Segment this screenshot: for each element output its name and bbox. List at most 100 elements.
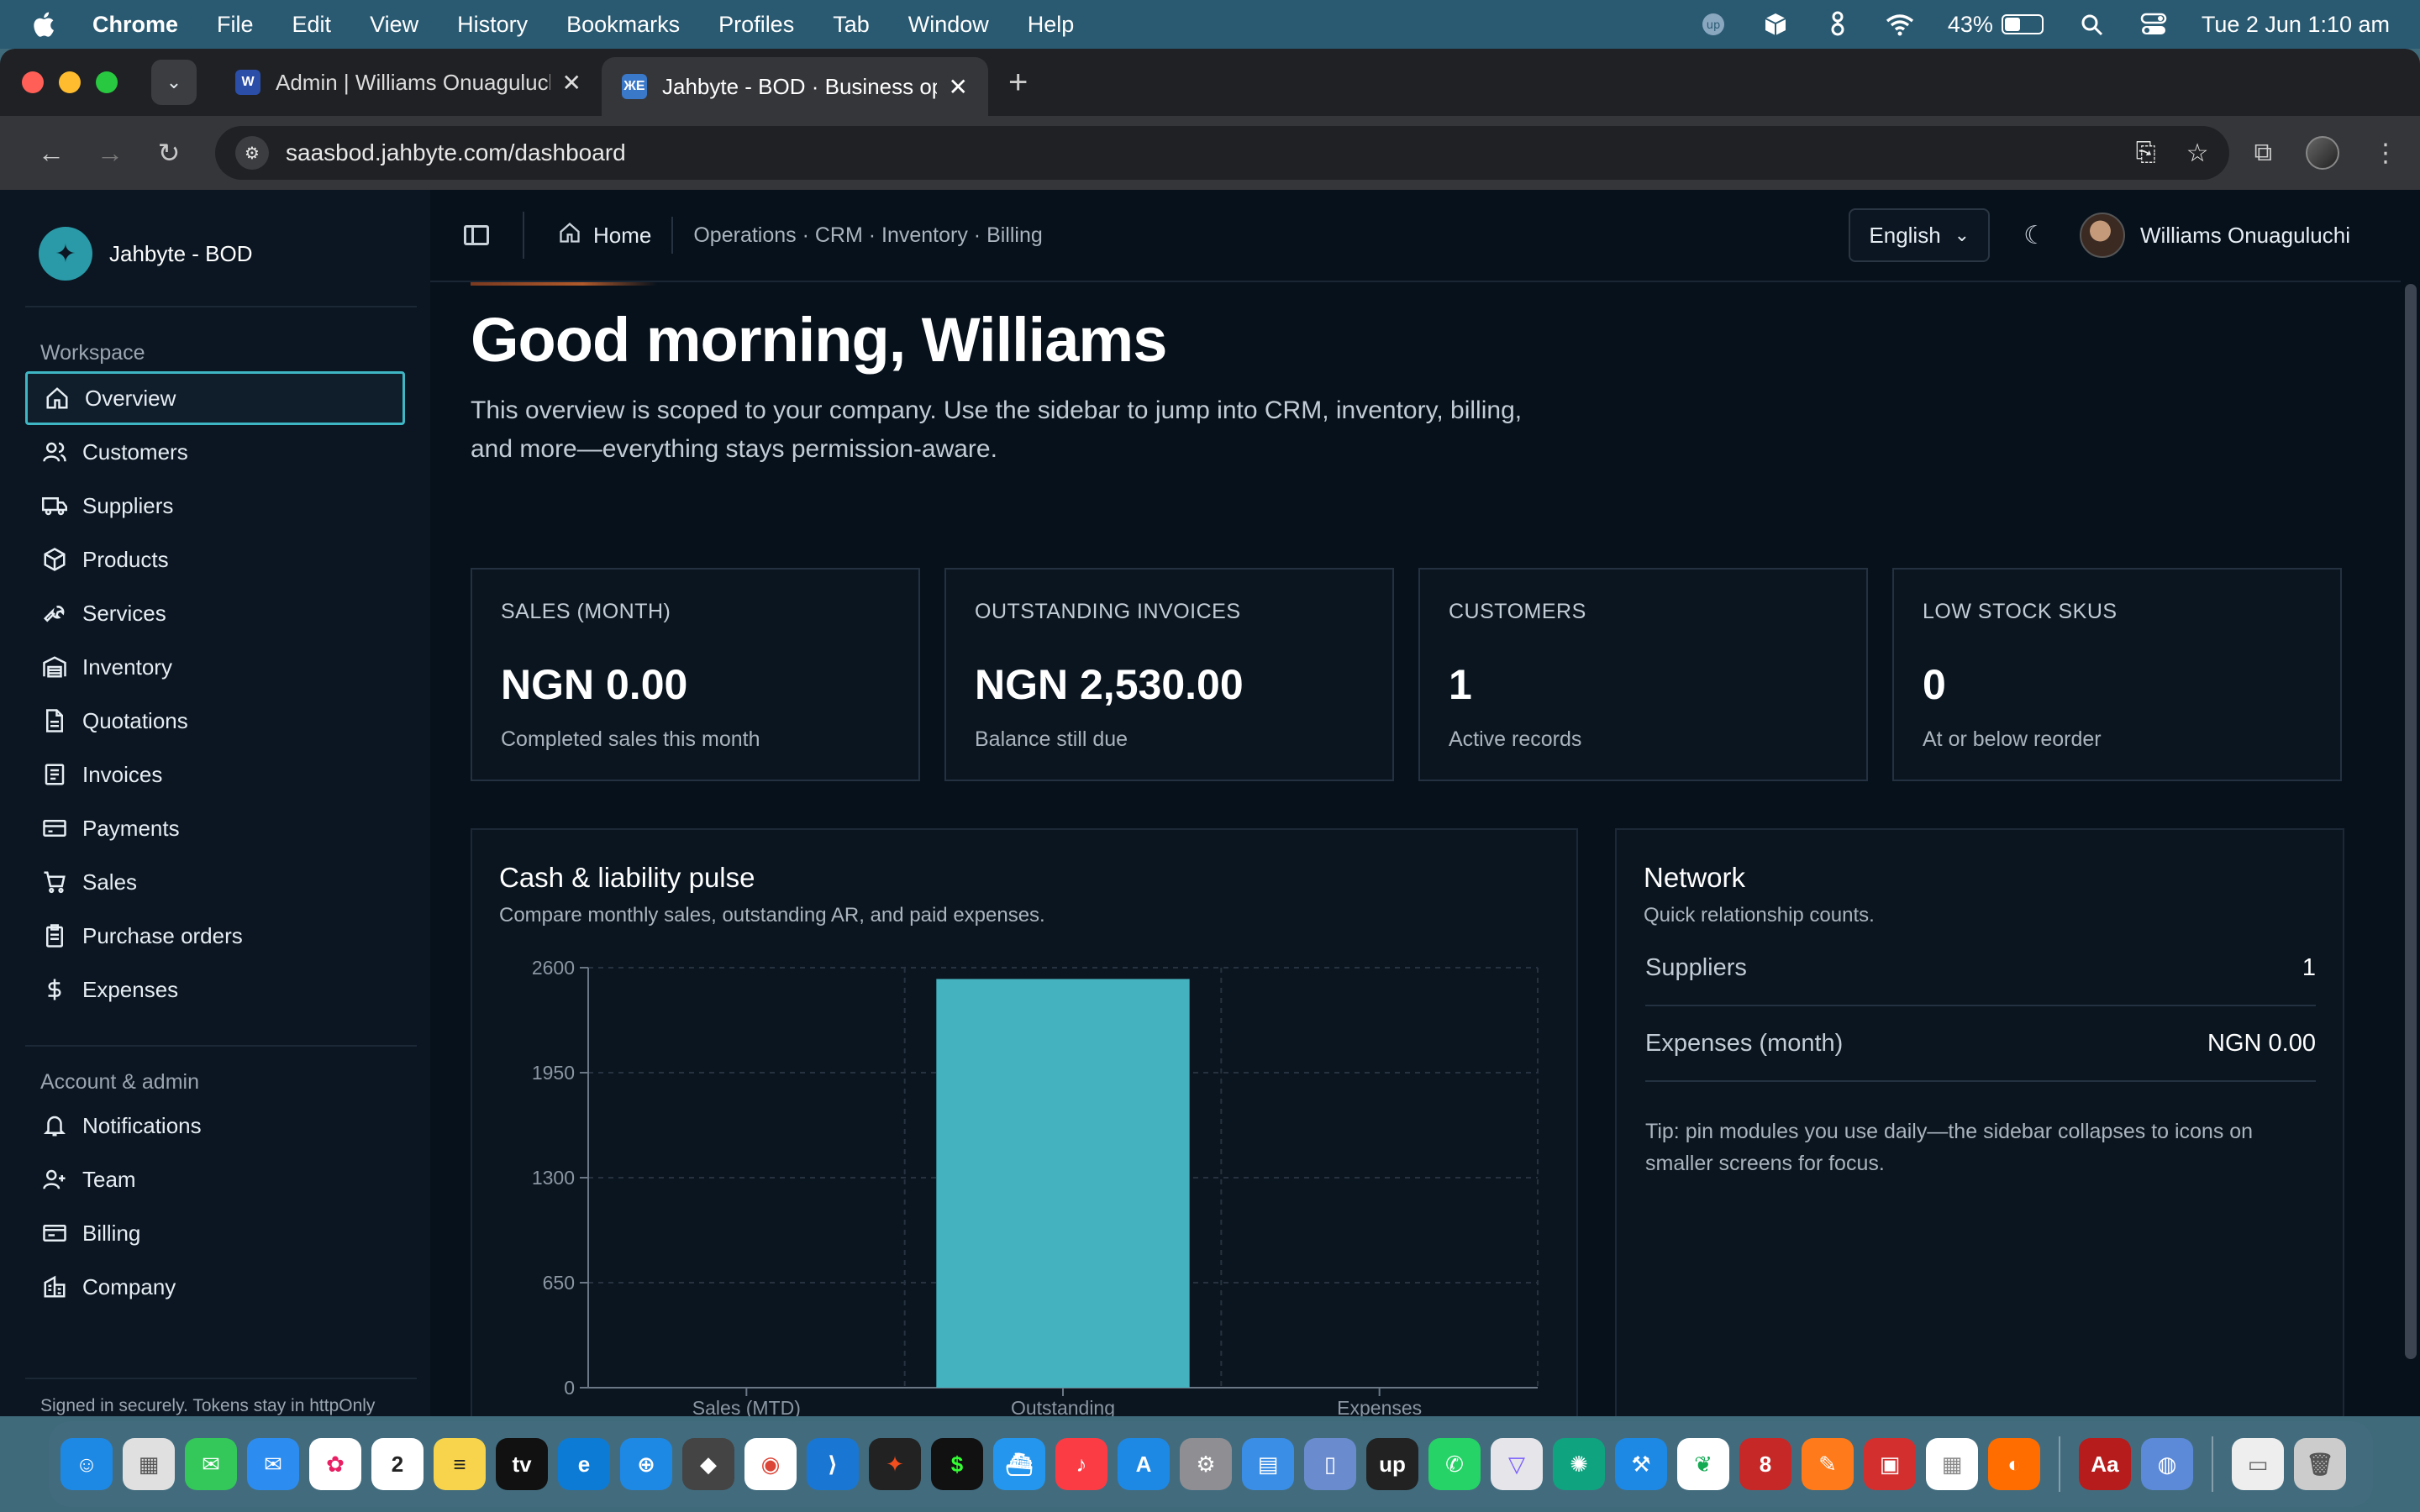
- sidebar-item-notifications[interactable]: Notifications: [25, 1099, 405, 1152]
- control-center-icon[interactable]: [2139, 10, 2168, 39]
- launchpad-icon[interactable]: ▦: [123, 1438, 175, 1490]
- zoom-window-button[interactable]: [96, 71, 118, 93]
- sidebar-item-overview[interactable]: Overview: [25, 371, 405, 425]
- sidebar-item-team[interactable]: Team: [25, 1152, 405, 1206]
- sidebar-item-quotations[interactable]: Quotations: [25, 694, 405, 748]
- cube-app-icon[interactable]: ◆: [682, 1438, 734, 1490]
- wifi-icon[interactable]: [1886, 10, 1914, 39]
- sidebar-item-sales[interactable]: Sales: [25, 855, 405, 909]
- bookmark-star-icon[interactable]: ☆: [2186, 139, 2209, 168]
- sidebar-item-expenses[interactable]: Expenses: [25, 963, 405, 1016]
- sidebar-item-inventory[interactable]: Inventory: [25, 640, 405, 694]
- back-arrow-icon[interactable]: ←: [22, 138, 81, 169]
- tab-search-button[interactable]: ⌄: [151, 60, 197, 105]
- dictionary-icon[interactable]: Aa: [2079, 1438, 2131, 1490]
- cube-status-icon[interactable]: [1761, 10, 1790, 39]
- extensions-icon[interactable]: ⧉: [2254, 139, 2272, 167]
- spreadsheet-icon[interactable]: ▦: [1926, 1438, 1978, 1490]
- sidebar-item-customers[interactable]: Customers: [25, 425, 405, 479]
- apple-icon[interactable]: [30, 10, 55, 39]
- close-tab-icon[interactable]: ✕: [949, 73, 968, 101]
- photos-icon[interactable]: ✿: [309, 1438, 361, 1490]
- menu-tab[interactable]: Tab: [833, 12, 870, 38]
- chrome-icon[interactable]: ◉: [744, 1438, 797, 1490]
- apple-tv-icon[interactable]: tv: [496, 1438, 548, 1490]
- git-client-icon[interactable]: 8: [1739, 1438, 1791, 1490]
- proton-vpn-icon[interactable]: ▽: [1491, 1438, 1543, 1490]
- new-tab-button[interactable]: +: [1008, 64, 1028, 102]
- document-icon[interactable]: ▭: [2232, 1438, 2284, 1490]
- app-store-icon[interactable]: A: [1118, 1438, 1170, 1490]
- dark-mode-toggle-icon[interactable]: ☾: [2023, 221, 2046, 250]
- forward-arrow-icon[interactable]: →: [81, 138, 139, 169]
- brand[interactable]: ✦ Jahbyte - BOD: [39, 227, 253, 281]
- sidebar-item-services[interactable]: Services: [25, 586, 405, 640]
- firefox-icon[interactable]: ◐: [1988, 1438, 2040, 1490]
- menu-history[interactable]: History: [457, 12, 528, 38]
- sidebar-item-suppliers[interactable]: Suppliers: [25, 479, 405, 533]
- menu-edit[interactable]: Edit: [292, 12, 332, 38]
- sidebar-item-products[interactable]: Products: [25, 533, 405, 586]
- menu-view[interactable]: View: [370, 12, 418, 38]
- sidebar-item-billing[interactable]: Billing: [25, 1206, 405, 1260]
- simulator-icon[interactable]: ▯: [1304, 1438, 1356, 1490]
- page-scrollbar[interactable]: [2402, 284, 2420, 1410]
- kebab-menu-icon[interactable]: ⋮: [2373, 139, 2398, 168]
- sidebar-item-invoices[interactable]: Invoices: [25, 748, 405, 801]
- tree-status-icon[interactable]: [1823, 10, 1852, 39]
- sidebar-item-company[interactable]: Company: [25, 1260, 405, 1314]
- sidebar-toggle-icon[interactable]: [464, 225, 489, 245]
- calendar-icon[interactable]: 2: [371, 1438, 424, 1490]
- trash-icon[interactable]: 🗑: [2294, 1438, 2346, 1490]
- minimize-window-button[interactable]: [59, 71, 81, 93]
- files-icon[interactable]: ▤: [1242, 1438, 1294, 1490]
- vscode-icon[interactable]: ⟩: [807, 1438, 859, 1490]
- reload-icon[interactable]: ↻: [139, 137, 198, 169]
- close-tab-icon[interactable]: ✕: [562, 69, 581, 97]
- menu-file[interactable]: File: [217, 12, 254, 38]
- address-bar[interactable]: ⚙ saasbod.jahbyte.com/dashboard ⎘ ☆: [215, 126, 2229, 180]
- figma-icon[interactable]: ✦: [869, 1438, 921, 1490]
- notes-icon[interactable]: ≡: [434, 1438, 486, 1490]
- user-menu[interactable]: Williams Onuaguluchi: [2080, 213, 2350, 258]
- menu-window[interactable]: Window: [908, 12, 989, 38]
- tab-jahbyte-bod[interactable]: ЖΕ Jahbyte - BOD · Business ope ✕: [602, 57, 988, 116]
- menu-app-name[interactable]: Chrome: [92, 12, 178, 38]
- close-window-button[interactable]: [22, 71, 44, 93]
- edge-icon[interactable]: e: [558, 1438, 610, 1490]
- menu-help[interactable]: Help: [1028, 12, 1075, 38]
- safari-icon[interactable]: ⊕: [620, 1438, 672, 1490]
- whatsapp-icon[interactable]: ✆: [1428, 1438, 1481, 1490]
- system-settings-icon[interactable]: ⚙: [1180, 1438, 1232, 1490]
- breadcrumb-home[interactable]: Home: [558, 221, 651, 250]
- xcode-icon[interactable]: ⚒: [1615, 1438, 1667, 1490]
- pen-app-icon[interactable]: ✎: [1802, 1438, 1854, 1490]
- stat-value: 0: [1923, 661, 1946, 708]
- upwork-icon[interactable]: up: [1366, 1438, 1418, 1490]
- menu-profiles[interactable]: Profiles: [718, 12, 794, 38]
- terminal-icon[interactable]: $: [931, 1438, 983, 1490]
- battery-status[interactable]: 43%: [1948, 12, 2044, 38]
- site-info-icon[interactable]: ⚙: [235, 136, 269, 170]
- menubar-clock[interactable]: Tue 2 Jun 1:10 am: [2202, 12, 2390, 38]
- install-app-icon[interactable]: ⎘: [2136, 139, 2156, 168]
- messages-icon[interactable]: ✉: [185, 1438, 237, 1490]
- url-text[interactable]: saasbod.jahbyte.com/dashboard: [286, 139, 626, 166]
- mongodb-icon[interactable]: ❦: [1677, 1438, 1729, 1490]
- upwork-status-icon[interactable]: up: [1699, 10, 1728, 39]
- tab-admin[interactable]: W Admin | Williams Onuaguluchi ✕: [215, 55, 602, 109]
- menu-bookmarks[interactable]: Bookmarks: [566, 12, 680, 38]
- language-select[interactable]: English ⌄: [1849, 208, 1991, 262]
- mail-icon[interactable]: ✉: [247, 1438, 299, 1490]
- scrollbar-thumb[interactable]: [2405, 284, 2417, 1359]
- finder-icon[interactable]: ☺: [60, 1438, 113, 1490]
- sidebar-item-payments[interactable]: Payments: [25, 801, 405, 855]
- music-icon[interactable]: ♪: [1055, 1438, 1107, 1490]
- docker-icon[interactable]: ⛴: [993, 1438, 1045, 1490]
- toolbox-icon[interactable]: ▣: [1864, 1438, 1916, 1490]
- chatgpt-icon[interactable]: ✺: [1553, 1438, 1605, 1490]
- spotlight-search-icon[interactable]: [2077, 10, 2106, 39]
- sidebar-item-purchase-orders[interactable]: Purchase orders: [25, 909, 405, 963]
- profile-avatar[interactable]: [2306, 136, 2339, 170]
- disk-utility-icon[interactable]: ◍: [2141, 1438, 2193, 1490]
